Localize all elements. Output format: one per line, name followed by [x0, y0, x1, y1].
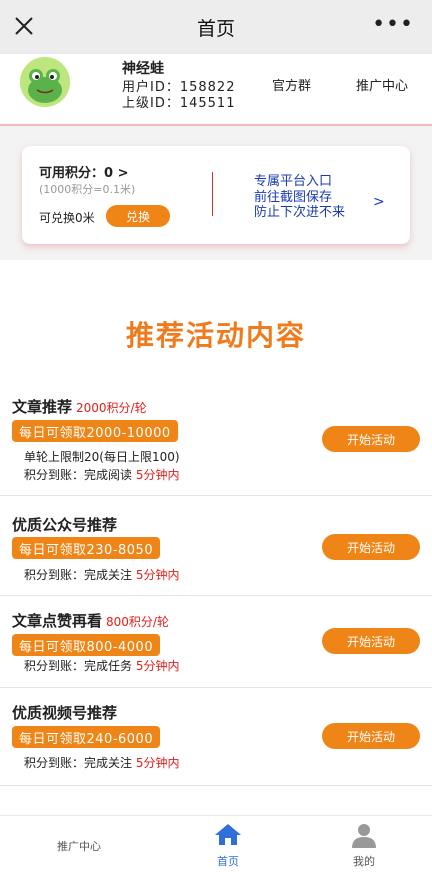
nav-label: 首页 — [217, 855, 239, 868]
nav-item-promo[interactable]: 推广中心 — [24, 816, 134, 872]
points-section: 可用积分：0 > (1000积分=0.1米) 可兑换0米 兑换 专属平台入口 前… — [0, 126, 432, 260]
settle-text: 积分到账：完成关注 — [24, 568, 133, 582]
activity-name: 优质视频号推荐 — [12, 702, 117, 723]
activity-settle: 积分到账：完成阅读 5分钟内 — [24, 466, 179, 483]
settle-text: 积分到账：完成任务 — [24, 659, 133, 673]
settle-time: 5分钟内 — [135, 468, 180, 482]
official-group-link[interactable]: 官方群 — [272, 75, 311, 94]
chevron-right-icon[interactable]: > — [373, 194, 385, 210]
more-icon[interactable]: ••• — [372, 14, 414, 36]
user-name: 神经蛙 — [122, 61, 164, 77]
daily-reward-badge: 每日可领取230-8050 — [12, 537, 161, 559]
available-points[interactable]: 可用积分：0 > — [39, 162, 128, 181]
frog-avatar — [20, 57, 70, 107]
activity-settle: 积分到账：完成关注 5分钟内 — [24, 754, 179, 771]
settle-time: 5分钟内 — [135, 756, 180, 770]
activity-title: 文章推荐 — [12, 398, 73, 416]
daily-reward-badge: 每日可领取240-6000 — [12, 726, 161, 748]
home-icon — [215, 824, 241, 845]
promo-center-link[interactable]: 推广中心 — [356, 75, 408, 94]
activity-name: 优质公众号推荐 — [12, 514, 117, 535]
daily-reward-badge: 每日可领取2000-10000 — [12, 420, 178, 442]
settle-time: 5分钟内 — [135, 659, 180, 673]
exchange-button[interactable]: 兑换 — [106, 205, 170, 227]
page-title: 首页 — [196, 17, 235, 40]
exchangeable-amount: 可兑换0米 — [39, 211, 95, 225]
start-activity-button[interactable]: 开始活动 — [322, 723, 420, 749]
points-rate-note: (1000积分=0.1米) — [39, 183, 136, 196]
user-icon — [352, 824, 376, 848]
activity-list-section: 推荐活动内容 文章推荐 2000积分/轮 每日可领取2000-10000 单轮上限… — [0, 260, 432, 815]
activity-title: 优质视频号推荐 — [12, 704, 118, 722]
activity-name: 文章点赞再看 800积分/轮 — [12, 610, 169, 631]
platform-entry-line1[interactable]: 前往截图保存 — [254, 190, 332, 205]
settle-time: 5分钟内 — [135, 568, 180, 582]
settle-text: 积分到账：完成关注 — [24, 756, 133, 770]
card-divider — [212, 172, 213, 216]
activity-item: 优质公众号推荐 每日可领取230-8050 积分到账：完成关注 5分钟内 开始活… — [0, 496, 432, 596]
activity-rate: 2000积分/轮 — [76, 401, 147, 415]
start-activity-button[interactable]: 开始活动 — [322, 426, 420, 452]
activity-rate: 800积分/轮 — [106, 615, 169, 629]
activity-item: 优质视频号推荐 每日可领取240-6000 积分到账：完成关注 5分钟内 开始活… — [0, 688, 432, 786]
start-activity-button[interactable]: 开始活动 — [322, 534, 420, 560]
activity-settle: 积分到账：完成关注 5分钟内 — [24, 566, 179, 583]
activity-title: 优质公众号推荐 — [12, 516, 118, 534]
nav-label: 我的 — [353, 855, 375, 868]
nav-item-home[interactable]: 首页 — [173, 816, 283, 872]
bottom-nav: 推广中心 首页 我的 — [0, 815, 432, 872]
platform-entry-title[interactable]: 专属平台入口 — [254, 170, 332, 189]
activity-settle: 积分到账：完成任务 5分钟内 — [24, 657, 179, 674]
activity-item: 文章推荐 2000积分/轮 每日可领取2000-10000 单轮上限制20(每日上… — [0, 396, 432, 496]
nav-item-mine[interactable]: 我的 — [309, 816, 419, 872]
start-activity-button[interactable]: 开始活动 — [322, 628, 420, 654]
close-icon[interactable] — [12, 14, 36, 38]
activity-title: 文章点赞再看 — [12, 612, 103, 630]
points-card: 可用积分：0 > (1000积分=0.1米) 可兑换0米 兑换 专属平台入口 前… — [22, 146, 410, 244]
user-card: 神经蛙 用户ID：158822 上级ID：145511 官方群 推广中心 — [0, 54, 432, 126]
top-bar: 首页 ••• — [0, 0, 432, 54]
settle-text: 积分到账：完成阅读 — [24, 468, 133, 482]
platform-entry-line2[interactable]: 防止下次进不来 — [254, 205, 345, 220]
parent-id: 上级ID：145511 — [122, 96, 236, 111]
activity-limit: 单轮上限制20(每日上限100) — [24, 450, 180, 464]
daily-reward-badge: 每日可领取800-4000 — [12, 634, 161, 656]
nav-label: 推广中心 — [57, 840, 101, 853]
activity-item: 文章点赞再看 800积分/轮 每日可领取800-4000 积分到账：完成任务 5分… — [0, 596, 432, 688]
activity-name: 文章推荐 2000积分/轮 — [12, 396, 147, 417]
section-title: 推荐活动内容 — [125, 319, 306, 352]
